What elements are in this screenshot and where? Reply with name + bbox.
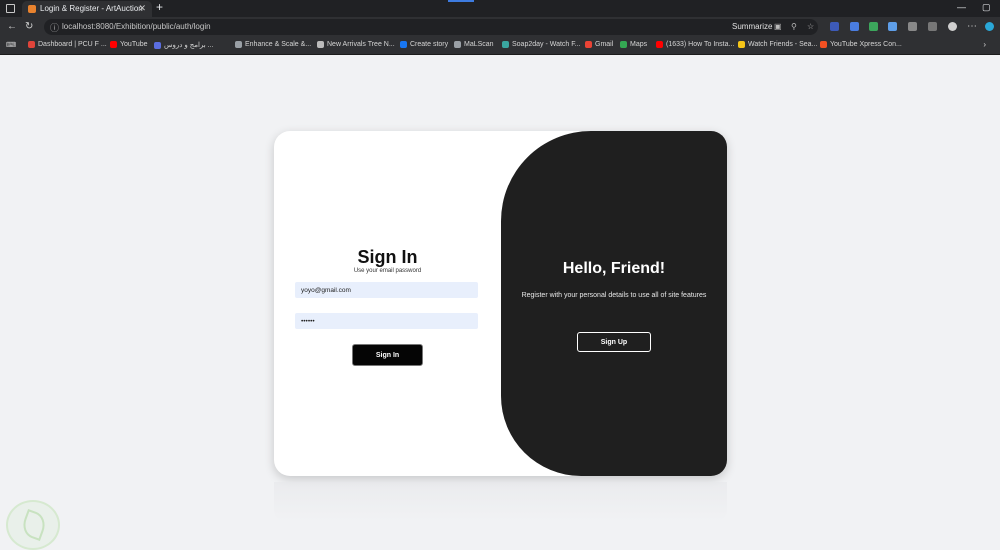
bookmark-item[interactable]: New Arrivals Tree N... bbox=[317, 41, 395, 48]
browser-tab-bar: Login & Register - ArtAuction ✕ + — ▢ bbox=[0, 0, 1000, 17]
bookmarks-overflow-icon[interactable]: › bbox=[983, 40, 986, 49]
bookmark-item[interactable]: Soap2day - Watch F... bbox=[502, 41, 581, 48]
copilot-icon[interactable] bbox=[985, 22, 994, 31]
extension-2-icon[interactable] bbox=[850, 22, 859, 31]
bookmark-item[interactable]: YouTube Xpress Con... bbox=[820, 41, 902, 48]
bookmark-item[interactable]: Create story bbox=[400, 41, 448, 48]
sign-up-button[interactable]: Sign Up bbox=[577, 332, 651, 352]
bookmark-favicon-icon bbox=[400, 41, 407, 48]
bookmark-favicon-icon bbox=[502, 41, 509, 48]
sign-in-subtitle: Use your email password bbox=[353, 268, 422, 274]
new-tab-button[interactable]: + bbox=[156, 0, 163, 14]
card-reflection bbox=[274, 482, 727, 522]
extensions-icon[interactable]: ⚲ bbox=[791, 22, 797, 31]
reader-mode-icon[interactable]: ▣ bbox=[774, 22, 782, 31]
address-text[interactable]: localhost:8080/Exhibition/public/auth/lo… bbox=[62, 22, 211, 31]
sign-in-form: Sign In Use your email password Sign In bbox=[274, 131, 501, 476]
more-options-icon[interactable]: ⋯ bbox=[967, 21, 977, 32]
bookmark-favicon-icon bbox=[585, 41, 592, 48]
back-arrow-icon[interactable]: ← bbox=[7, 21, 17, 32]
extension-3-icon[interactable] bbox=[869, 22, 878, 31]
tab-accent-bar bbox=[448, 0, 474, 2]
site-favicon-icon bbox=[28, 5, 36, 13]
bookmark-favicon-icon bbox=[656, 41, 663, 48]
extension-4-icon[interactable] bbox=[888, 22, 897, 31]
profile-avatar[interactable] bbox=[948, 22, 957, 31]
split-screen-icon[interactable] bbox=[908, 22, 917, 31]
bookmark-favicon-icon bbox=[317, 41, 324, 48]
bookmark-item[interactable]: Gmail bbox=[585, 41, 613, 48]
bookmark-item[interactable]: برامج و دروس ... bbox=[154, 41, 214, 49]
window-menu-icon[interactable] bbox=[6, 4, 15, 13]
bookmark-favicon-icon bbox=[28, 41, 35, 48]
address-bar[interactable]: ⓘ localhost:8080/Exhibition/public/auth/… bbox=[44, 19, 818, 35]
site-info-icon[interactable]: ⓘ bbox=[50, 21, 59, 34]
bookmark-item[interactable]: MaLScan bbox=[454, 41, 494, 48]
browser-tab[interactable]: Login & Register - ArtAuction ✕ bbox=[22, 1, 152, 17]
bookmark-favicon-icon bbox=[620, 41, 627, 48]
auth-card: Sign In Use your email password Sign In … bbox=[274, 131, 727, 476]
bookmark-item[interactable]: Maps bbox=[620, 41, 647, 48]
bookmark-item[interactable]: Enhance & Scale &... bbox=[235, 41, 311, 48]
minimize-button[interactable]: — bbox=[957, 2, 966, 12]
bookmarks-bar: ⌨ Dashboard | PCU F ... YouTube برامج و … bbox=[0, 38, 1000, 55]
sign-in-button[interactable]: Sign In bbox=[352, 344, 423, 366]
favorite-star-icon[interactable]: ☆ bbox=[807, 22, 814, 31]
bookmark-favicon-icon bbox=[820, 41, 827, 48]
sign-in-title: Sign In bbox=[357, 247, 418, 267]
bookmark-favicon-icon bbox=[154, 41, 161, 49]
reload-icon[interactable]: ↻ bbox=[25, 21, 33, 32]
bookmark-favicon-icon bbox=[738, 41, 745, 48]
password-field[interactable] bbox=[295, 313, 478, 329]
welcome-panel: Hello, Friend! Register with your person… bbox=[501, 131, 727, 476]
close-tab-icon[interactable]: ✕ bbox=[138, 3, 146, 14]
bookmark-favicon-icon bbox=[454, 41, 461, 48]
welcome-description: Register with your personal details to u… bbox=[521, 292, 707, 299]
bookmark-item[interactable]: Dashboard | PCU F ... bbox=[28, 41, 107, 48]
bookmark-item[interactable]: YouTube bbox=[110, 41, 148, 48]
extension-1-icon[interactable] bbox=[830, 22, 839, 31]
email-field[interactable] bbox=[295, 282, 478, 298]
bookmark-favicon-icon bbox=[110, 41, 117, 48]
favorites-icon[interactable] bbox=[928, 22, 937, 31]
summarize-button[interactable]: Summarize bbox=[732, 22, 772, 31]
browser-nav-bar: ← ↻ ⓘ localhost:8080/Exhibition/public/a… bbox=[0, 17, 1000, 38]
bookmark-item[interactable]: (1633) How To Insta... bbox=[656, 41, 734, 48]
bookmarks-menu-icon[interactable]: ⌨ bbox=[6, 41, 16, 49]
tab-title: Login & Register - ArtAuction bbox=[40, 4, 143, 13]
watermark-logo bbox=[6, 500, 60, 550]
maximize-button[interactable]: ▢ bbox=[982, 2, 991, 13]
bookmark-favicon-icon bbox=[235, 41, 242, 48]
bookmark-item[interactable]: Watch Friends - Sea... bbox=[738, 41, 817, 48]
welcome-title: Hello, Friend! bbox=[562, 260, 666, 277]
